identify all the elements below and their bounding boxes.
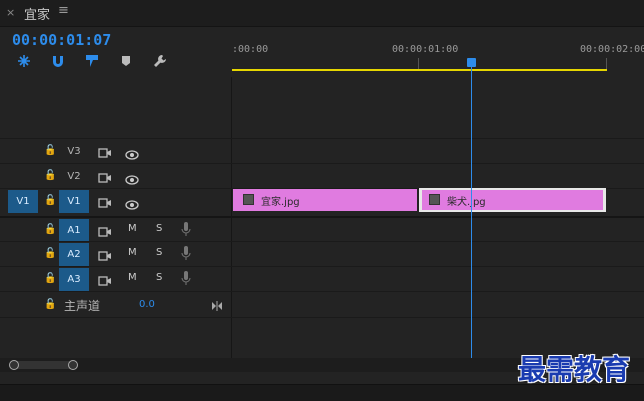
- solo-button[interactable]: S: [156, 247, 162, 258]
- close-panel-button[interactable]: ×: [6, 6, 15, 19]
- image-clip-icon: [429, 194, 440, 205]
- snap-icon[interactable]: [14, 52, 34, 70]
- track-lane-master[interactable]: [232, 291, 644, 318]
- track-name-v1[interactable]: V1: [59, 190, 89, 213]
- lock-icon[interactable]: 🔓: [44, 224, 56, 235]
- lock-icon[interactable]: 🔓: [44, 273, 56, 284]
- lock-icon[interactable]: 🔓: [44, 299, 56, 310]
- ruler-label-1s: 00:00:01:00: [392, 44, 459, 55]
- sync-lock-icon[interactable]: [98, 247, 112, 266]
- sync-lock-icon[interactable]: [98, 223, 112, 242]
- ruler-label-start: :00:00: [232, 44, 269, 55]
- track-header-a1: 🔓 A1 M S: [0, 216, 232, 242]
- sync-lock-icon[interactable]: [98, 194, 112, 213]
- lock-icon[interactable]: 🔓: [44, 145, 56, 156]
- sync-lock-icon[interactable]: [98, 272, 112, 291]
- mute-button[interactable]: M: [128, 272, 137, 283]
- track-header-v3: 🔓 V3: [0, 138, 232, 163]
- track-header-master: 🔓 主声道 0.0: [0, 291, 232, 318]
- marker-icon[interactable]: [116, 52, 136, 70]
- track-header-a3: 🔓 A3 M S: [0, 266, 232, 291]
- track-lane-a1[interactable]: [232, 216, 644, 242]
- master-track-label: 主声道: [64, 299, 101, 313]
- mute-button[interactable]: M: [128, 247, 137, 258]
- linked-selection-icon[interactable]: [82, 52, 102, 70]
- microphone-icon[interactable]: [181, 270, 191, 290]
- lock-icon[interactable]: 🔓: [44, 170, 56, 181]
- track-name-v2[interactable]: V2: [59, 165, 89, 188]
- microphone-icon[interactable]: [181, 245, 191, 265]
- zoom-scroll-track[interactable]: [12, 361, 74, 369]
- track-name-v3[interactable]: V3: [59, 140, 89, 163]
- clip-yijia[interactable]: 宜家.jpg: [233, 189, 417, 211]
- track-header-v2: 🔓 V2: [0, 163, 232, 188]
- solo-button[interactable]: S: [156, 223, 162, 234]
- zoom-handle-right[interactable]: [68, 360, 78, 370]
- eye-icon[interactable]: [125, 170, 139, 189]
- track-divider: [0, 317, 644, 318]
- sync-lock-icon[interactable]: [98, 144, 112, 163]
- microphone-icon[interactable]: [181, 221, 191, 241]
- go-to-in-out-icon[interactable]: [211, 296, 223, 315]
- zoom-handle-left[interactable]: [9, 360, 19, 370]
- solo-button[interactable]: S: [156, 272, 162, 283]
- lock-icon[interactable]: 🔓: [44, 195, 56, 206]
- source-patch-v1[interactable]: V1: [8, 190, 38, 213]
- sequence-tab-title[interactable]: 宜家: [24, 4, 50, 23]
- master-volume-value[interactable]: 0.0: [139, 299, 155, 310]
- lock-icon[interactable]: 🔓: [44, 248, 56, 259]
- track-lane-a2[interactable]: [232, 241, 644, 266]
- wrench-icon[interactable]: [150, 52, 170, 70]
- track-header-v1: V1 🔓 V1: [0, 188, 232, 213]
- work-area-bar[interactable]: [232, 69, 607, 71]
- track-lane-a3[interactable]: [232, 266, 644, 291]
- clip-name: 柴犬.jpg: [447, 197, 486, 208]
- track-lane-v2[interactable]: [232, 163, 644, 188]
- track-header-a2: 🔓 A2 M S: [0, 241, 232, 266]
- playhead-line[interactable]: [471, 62, 472, 359]
- panel-header: × 宜家 ≡: [0, 0, 644, 27]
- mute-button[interactable]: M: [128, 223, 137, 234]
- sync-lock-icon[interactable]: [98, 169, 112, 188]
- eye-icon[interactable]: [125, 145, 139, 164]
- clip-chaiquan[interactable]: 柴犬.jpg: [422, 190, 603, 210]
- eye-icon[interactable]: [125, 195, 139, 214]
- ruler-label-2s: 00:00:02:00: [580, 44, 644, 55]
- clip-name: 宜家.jpg: [261, 197, 300, 208]
- image-clip-icon: [243, 194, 254, 205]
- track-name-a3[interactable]: A3: [59, 268, 89, 291]
- panel-menu-icon[interactable]: ≡: [58, 3, 69, 18]
- track-lane-v3[interactable]: [232, 138, 644, 163]
- track-name-a1[interactable]: A1: [59, 219, 89, 242]
- watermark-text: 最需教育: [518, 353, 631, 386]
- track-name-a2[interactable]: A2: [59, 243, 89, 266]
- magnet-icon[interactable]: [48, 52, 68, 70]
- playhead-timecode[interactable]: 00:00:01:07: [12, 31, 111, 49]
